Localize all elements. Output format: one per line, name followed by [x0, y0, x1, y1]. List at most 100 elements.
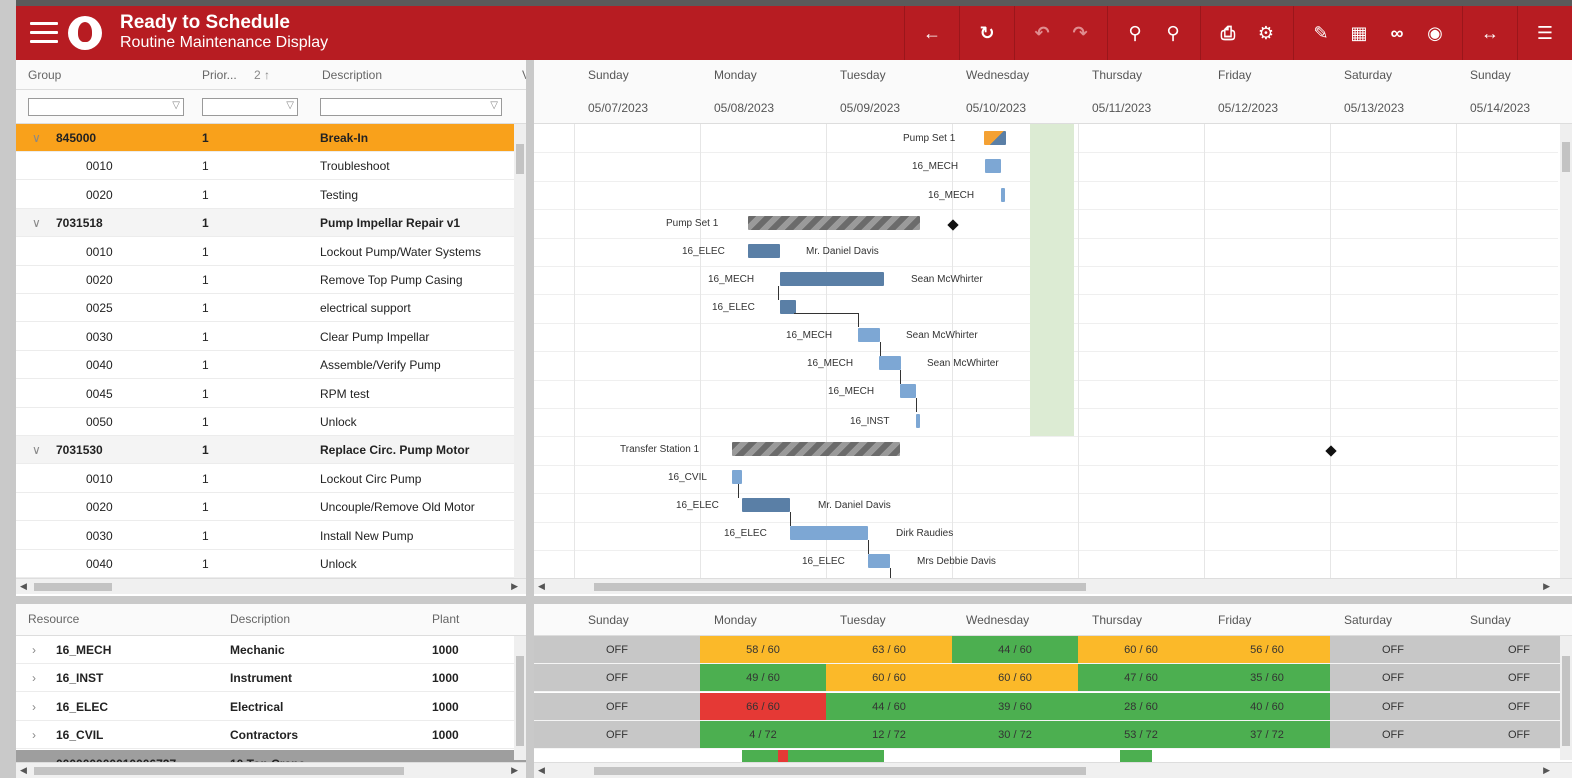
- capacity-cell[interactable]: OFF: [534, 664, 700, 693]
- gantt-bar[interactable]: [732, 470, 742, 484]
- capacity-cell[interactable]: 37 / 72: [1204, 721, 1330, 750]
- resource-row[interactable]: › 16_CVIL Contractors 1000: [16, 721, 526, 750]
- col-resource[interactable]: Resource: [28, 612, 79, 626]
- col-priority[interactable]: Prior...: [202, 68, 237, 82]
- capacity-cell[interactable]: OFF: [1456, 664, 1572, 693]
- task-group-row[interactable]: ∨ 845000 1 Break-In: [16, 124, 526, 152]
- priority-filter-input[interactable]: ▽: [202, 98, 298, 116]
- redo-icon[interactable]: ↷: [1061, 14, 1099, 52]
- gantt-bar[interactable]: [790, 526, 868, 540]
- gantt-bar[interactable]: [1001, 188, 1005, 202]
- capacity-cell[interactable]: 53 / 72: [1078, 721, 1204, 750]
- milestone-icon[interactable]: [1325, 445, 1337, 457]
- col-v[interactable]: V: [522, 68, 526, 82]
- gantt-summary-bar[interactable]: [732, 442, 900, 456]
- gantt-bar[interactable]: [900, 384, 916, 398]
- filter-icon[interactable]: ▽: [172, 100, 180, 111]
- capacity-cell[interactable]: 47 / 60: [1078, 664, 1204, 693]
- menu-icon[interactable]: [30, 22, 58, 44]
- gantt-bar[interactable]: [985, 159, 1001, 173]
- expand-icon[interactable]: ↔: [1471, 14, 1509, 52]
- scroll-right-icon[interactable]: ▶: [1543, 581, 1550, 592]
- scroll-left-icon[interactable]: ◀: [538, 765, 545, 776]
- task-row[interactable]: 0025 1 electrical support: [16, 294, 526, 323]
- print-icon[interactable]: ⎙: [1209, 14, 1247, 52]
- col-plant[interactable]: Plant: [432, 612, 459, 626]
- gantt-bar[interactable]: [916, 414, 920, 428]
- task-row[interactable]: 0050 1 Unlock: [16, 408, 526, 436]
- capacity-cell[interactable]: 63 / 60: [826, 636, 952, 664]
- capacity-cell[interactable]: 44 / 60: [826, 692, 952, 721]
- gantt-bar[interactable]: [868, 554, 890, 568]
- scroll-left-icon[interactable]: ◀: [538, 581, 545, 592]
- expand-chevron-icon[interactable]: ›: [32, 671, 36, 685]
- zoom-out-icon[interactable]: ⚲: [1116, 14, 1154, 52]
- scroll-thumb[interactable]: [594, 583, 1086, 591]
- scroll-thumb[interactable]: [1562, 656, 1570, 746]
- resource-row[interactable]: › 16_INST Instrument 1000: [16, 664, 526, 693]
- capacity-cell[interactable]: 60 / 60: [952, 664, 1078, 693]
- capacity-cell[interactable]: OFF: [1330, 636, 1456, 664]
- capacity-cell[interactable]: 4 / 72: [700, 721, 826, 750]
- back-arrow-icon[interactable]: ←: [913, 14, 951, 52]
- expand-chevron-icon[interactable]: ›: [32, 700, 36, 714]
- scroll-thumb[interactable]: [516, 144, 524, 174]
- capacity-vscroll[interactable]: [1560, 636, 1572, 760]
- capacity-cell[interactable]: OFF: [1456, 636, 1572, 664]
- capacity-cell[interactable]: OFF: [534, 636, 700, 664]
- capacity-cell[interactable]: 56 / 60: [1204, 636, 1330, 664]
- task-row[interactable]: 0020 1 Testing: [16, 181, 526, 209]
- capacity-cell[interactable]: 12 / 72: [826, 721, 952, 750]
- gantt-bar[interactable]: [858, 328, 880, 342]
- task-row[interactable]: 0020 1 Uncouple/Remove Old Motor: [16, 493, 526, 522]
- group-filter-input[interactable]: ▽: [28, 98, 184, 116]
- scroll-thumb[interactable]: [516, 656, 524, 746]
- calendar-icon[interactable]: ▦: [1340, 14, 1378, 52]
- task-hscroll[interactable]: ◀ ▶: [16, 578, 526, 594]
- capacity-cell[interactable]: 58 / 60: [700, 636, 826, 664]
- scroll-thumb[interactable]: [34, 767, 404, 775]
- settings-icon[interactable]: ⚙: [1247, 14, 1285, 52]
- gantt-vscroll[interactable]: [1560, 124, 1572, 578]
- scroll-left-icon[interactable]: ◀: [20, 765, 27, 776]
- capacity-cell[interactable]: OFF: [1330, 664, 1456, 693]
- capacity-cell[interactable]: 49 / 60: [700, 664, 826, 693]
- capacity-cell[interactable]: 28 / 60: [1078, 692, 1204, 721]
- list-icon[interactable]: ☰: [1526, 14, 1564, 52]
- scroll-left-icon[interactable]: ◀: [20, 581, 27, 592]
- zoom-in-icon[interactable]: ⚲: [1154, 14, 1192, 52]
- task-group-row[interactable]: ∨ 7031518 1 Pump Impellar Repair v1: [16, 209, 526, 238]
- col-description[interactable]: Description: [322, 68, 382, 82]
- scroll-thumb[interactable]: [34, 583, 112, 591]
- col-group[interactable]: Group: [28, 68, 61, 82]
- gantt-bar[interactable]: [748, 244, 780, 258]
- expand-chevron-icon[interactable]: ›: [32, 728, 36, 742]
- capacity-hscroll[interactable]: ◀ ▶: [534, 762, 1572, 778]
- capacity-cell[interactable]: 60 / 60: [826, 664, 952, 693]
- task-row[interactable]: 0040 1 Assemble/Verify Pump: [16, 351, 526, 380]
- resource-row[interactable]: › 16_ELEC Electrical 1000: [16, 692, 526, 721]
- edit-icon[interactable]: ✎: [1302, 14, 1340, 52]
- capacity-cell[interactable]: 44 / 60: [952, 636, 1078, 664]
- task-row[interactable]: 0030 1 Clear Pump Impellar: [16, 323, 526, 351]
- undo-icon[interactable]: ↶: [1023, 14, 1061, 52]
- description-filter-input[interactable]: ▽: [320, 98, 502, 116]
- task-row[interactable]: 0020 1 Remove Top Pump Casing: [16, 266, 526, 294]
- refresh-icon[interactable]: ↻: [968, 14, 1006, 52]
- capacity-cell[interactable]: 40 / 60: [1204, 692, 1330, 721]
- task-group-row[interactable]: ∨ 7031530 1 Replace Circ. Pump Motor: [16, 436, 526, 465]
- col-description[interactable]: Description: [230, 612, 290, 626]
- filter-icon[interactable]: ▽: [490, 100, 498, 111]
- expand-chevron-icon[interactable]: ∨: [32, 216, 41, 230]
- globe-icon[interactable]: ◉: [1416, 14, 1454, 52]
- gantt-bar[interactable]: [780, 272, 884, 286]
- scroll-thumb[interactable]: [1562, 142, 1570, 172]
- resource-hscroll[interactable]: ◀ ▶: [16, 762, 526, 778]
- capacity-cell[interactable]: OFF: [1456, 721, 1572, 750]
- gantt-summary-bar[interactable]: [748, 216, 920, 230]
- link-icon[interactable]: ∞: [1378, 14, 1416, 52]
- capacity-cell[interactable]: 35 / 60: [1204, 664, 1330, 693]
- gantt-bar[interactable]: [984, 131, 1006, 145]
- scroll-right-icon[interactable]: ▶: [511, 581, 518, 592]
- task-row[interactable]: 0010 1 Lockout Circ Pump: [16, 465, 526, 493]
